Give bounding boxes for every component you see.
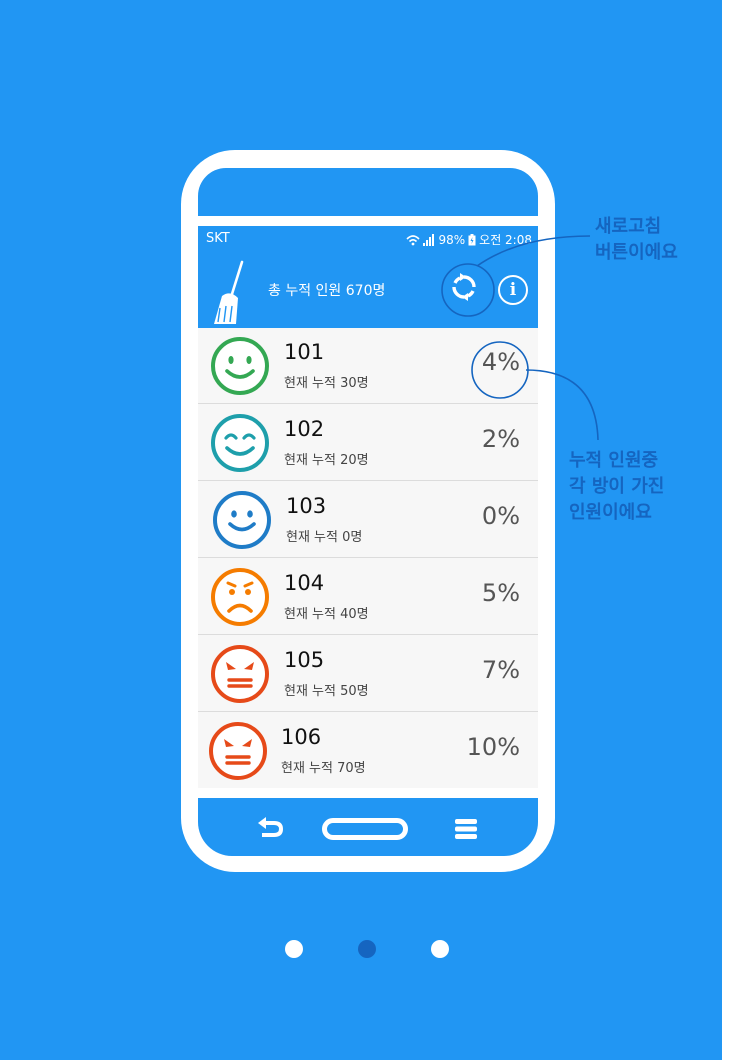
room-name: 103 [286,494,327,518]
phone-top-bezel [198,168,538,216]
menu-icon[interactable] [454,818,478,840]
room-name: 105 [284,648,325,672]
room-name: 102 [284,417,325,441]
page-dot-3[interactable] [431,940,449,958]
room-row-105[interactable]: 105 현재 누적 50명 7% [198,636,538,712]
room-percent: 7% [481,656,520,684]
room-name: 101 [284,340,325,364]
room-count: 현재 누적 50명 [284,684,369,699]
callout-line: 누적 인원중 [569,450,659,471]
room-percent: 10% [466,733,520,761]
signal-icon [423,233,435,246]
room-row-101[interactable]: 101 현재 누적 30명 4% [198,328,538,404]
refresh-icon [452,273,476,301]
status-right: 98% 오전 2:08 [406,231,532,248]
happy-face-icon [211,337,269,395]
carrier-label: SKT [206,231,230,246]
status-bar: SKT 98% 오전 2:08 [198,226,538,250]
room-count: 현재 누적 20명 [284,453,369,468]
room-row-102[interactable]: 102 현재 누적 20명 2% [198,405,538,481]
room-percent: 4% [481,348,520,376]
navigation-bar [198,798,538,856]
sad-face-icon [211,568,269,626]
angry-face-icon [211,645,269,703]
room-name: 104 [284,571,325,595]
callout-line: 각 방이 가진 [569,476,665,497]
room-row-106[interactable]: 106 현재 누적 70명 10% [198,713,538,788]
content-face-icon [211,414,269,472]
smile-face-icon [213,491,271,549]
status-time: 오전 2:08 [479,233,532,247]
room-count: 현재 누적 70명 [281,761,366,776]
battery-percent: 98% [438,232,466,247]
room-count: 현재 누적 40명 [284,607,369,622]
info-button[interactable]: i [498,275,528,305]
percent-callout: 누적 인원중 각 방이 가진 인원이에요 [569,448,664,526]
app-bar: 총 누적 인원 670명 i [198,250,538,328]
battery-icon [468,233,476,245]
room-percent: 2% [481,425,520,453]
callout-line: 인원이에요 [569,502,652,523]
room-count: 현재 누적 0명 [286,530,363,545]
room-percent: 0% [481,502,520,530]
page-dot-1[interactable] [285,940,303,958]
back-icon[interactable] [256,815,284,839]
room-name: 106 [281,725,322,749]
room-row-104[interactable]: 104 현재 누적 40명 5% [198,559,538,635]
app-screen: SKT 98% 오전 2:08 총 누적 인원 670명 i 101 현재 누적… [198,226,538,788]
total-count-label: 총 누적 인원 670명 [268,283,386,299]
room-count: 현재 누적 30명 [284,376,369,391]
callout-line: 버튼이에요 [595,242,678,263]
refresh-button[interactable] [447,270,481,304]
page-dot-2-active[interactable] [358,940,376,958]
wifi-icon [406,234,421,245]
refresh-callout: 새로고침 버튼이에요 [595,214,678,266]
broom-icon [214,260,244,324]
callout-line: 새로고침 [595,216,662,237]
angry-face-icon [209,722,267,780]
room-row-103[interactable]: 103 현재 누적 0명 0% [198,482,538,558]
home-button[interactable] [322,818,408,840]
info-icon: i [509,280,517,300]
room-percent: 5% [481,579,520,607]
